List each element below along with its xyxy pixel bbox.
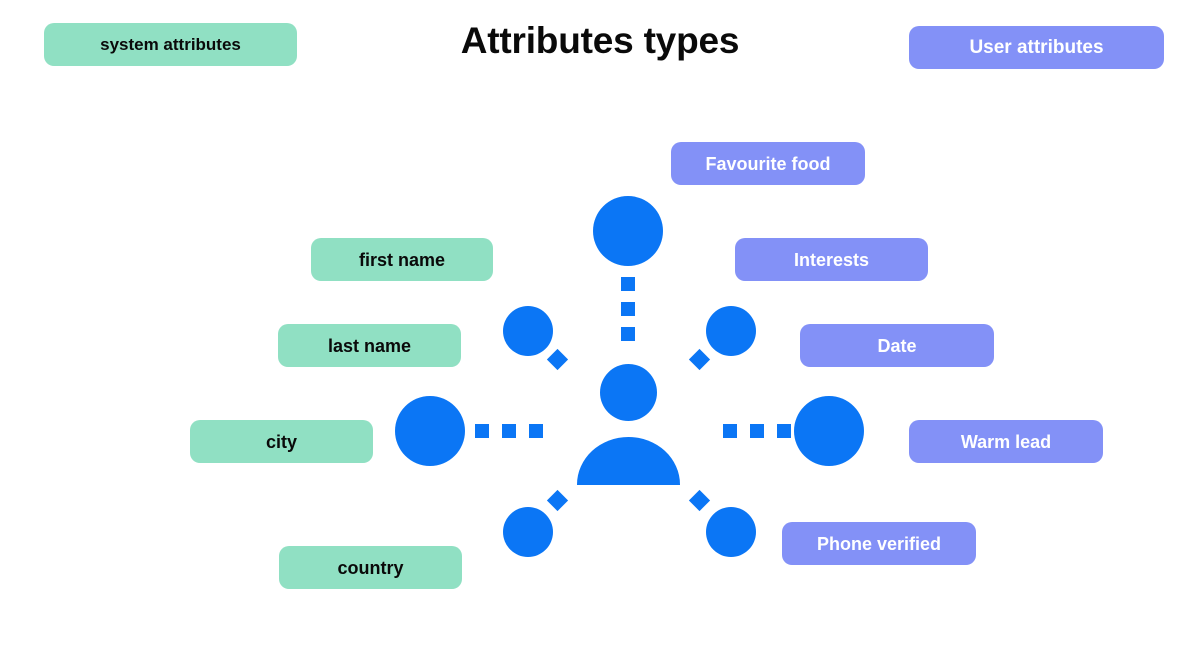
- legend-user-attributes: User attributes: [909, 26, 1164, 69]
- connector-dot-left-3: [529, 424, 543, 438]
- attribute-pill-first-name-label: first name: [358, 249, 446, 270]
- attribute-pill-warm-lead[interactable]: Warm lead: [909, 420, 1103, 463]
- node-circle-lower-right: [706, 507, 756, 557]
- attribute-pill-favourite-food[interactable]: Favourite food: [671, 142, 865, 185]
- node-circle-upper-left: [503, 306, 553, 356]
- attribute-pill-last-name-label: last name: [327, 335, 412, 356]
- connector-diamond-upper-right: [688, 348, 711, 371]
- person-head-icon: [600, 364, 657, 421]
- node-circle-left: [395, 396, 465, 466]
- connector-dot-right-1: [723, 424, 737, 438]
- attribute-pill-phone-verified-label: Phone verified: [816, 533, 942, 554]
- attribute-pill-interests-label: Interests: [793, 249, 870, 270]
- attribute-pill-favourite-food-label: Favourite food: [705, 153, 831, 174]
- attribute-pill-city[interactable]: city: [190, 420, 373, 463]
- diagram-canvas: system attributes Attributes types User …: [0, 0, 1200, 649]
- attribute-pill-last-name[interactable]: last name: [278, 324, 461, 367]
- person-body-icon: [577, 437, 680, 485]
- connector-diamond-upper-left: [546, 348, 569, 371]
- node-circle-upper-right: [706, 306, 756, 356]
- attribute-pill-first-name[interactable]: first name: [311, 238, 493, 281]
- connector-dot-vertical-1: [621, 277, 635, 291]
- node-circle-right: [794, 396, 864, 466]
- attribute-pill-city-label: city: [265, 431, 298, 452]
- attribute-pill-warm-lead-label: Warm lead: [960, 431, 1052, 452]
- connector-dot-vertical-2: [621, 302, 635, 316]
- node-circle-favourite-food: [593, 196, 663, 266]
- attribute-pill-country[interactable]: country: [279, 546, 462, 589]
- connector-dot-left-2: [502, 424, 516, 438]
- attribute-pill-country-label: country: [337, 557, 404, 578]
- legend-user-attributes-label: User attributes: [969, 37, 1104, 58]
- connector-diamond-lower-left: [546, 489, 569, 512]
- attribute-pill-interests[interactable]: Interests: [735, 238, 928, 281]
- attribute-pill-date[interactable]: Date: [800, 324, 994, 367]
- connector-dot-right-2: [750, 424, 764, 438]
- connector-diamond-lower-right: [688, 489, 711, 512]
- connector-dot-right-3: [777, 424, 791, 438]
- node-circle-lower-left: [503, 507, 553, 557]
- connector-dot-left-1: [475, 424, 489, 438]
- attribute-pill-date-label: Date: [877, 335, 917, 356]
- attribute-pill-phone-verified[interactable]: Phone verified: [782, 522, 976, 565]
- connector-dot-vertical-3: [621, 327, 635, 341]
